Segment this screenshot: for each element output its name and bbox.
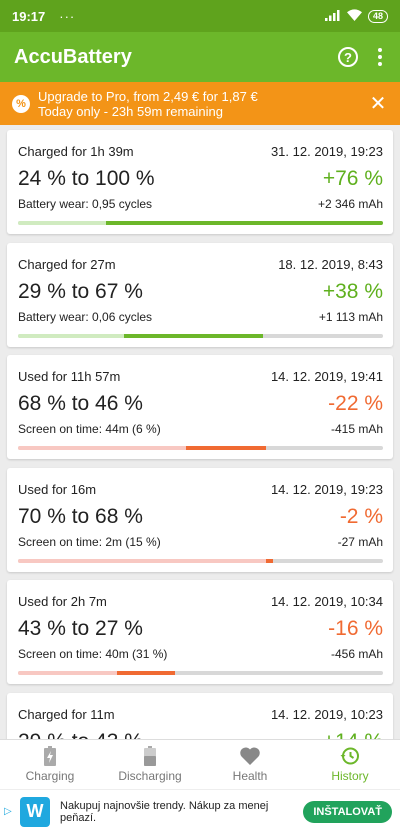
promo-banner[interactable]: % Upgrade to Pro, from 2,49 € for 1,87 €… <box>0 82 400 125</box>
battery-charging-icon <box>44 746 56 766</box>
ad-app-logo: W <box>20 796 50 827</box>
session-detail: Screen on time: 44m (6 %) <box>18 422 161 436</box>
session-date: 14. 12. 2019, 19:41 <box>270 369 383 384</box>
heart-icon <box>240 746 260 766</box>
charge-session-card[interactable]: Charged for 1h 39m 31. 12. 2019, 19:23 24 … <box>7 130 393 234</box>
battery-discharging-icon <box>144 746 156 766</box>
session-mah: -415 mAh <box>330 422 383 436</box>
session-range: 70 % to 68 % <box>18 504 143 528</box>
session-delta: -16 % <box>328 617 383 640</box>
level-bar-fill-segment <box>185 446 267 450</box>
session-detail: Battery wear: 0,95 cycles <box>18 197 153 211</box>
history-list[interactable]: Charged for 1h 39m 31. 12. 2019, 19:23 24 … <box>0 125 400 739</box>
ad-choices-icon[interactable]: ▷ <box>4 806 14 817</box>
discharge-session-card[interactable]: Used for 11h 57m 14. 12. 2019, 19:41 68 % … <box>7 355 393 459</box>
session-date: 14. 12. 2019, 10:34 <box>270 594 383 609</box>
level-bar-background-segment <box>18 446 186 450</box>
notification-dots: ··· <box>59 8 76 24</box>
level-bar-background-segment <box>18 333 124 338</box>
nav-tab-health[interactable]: Health <box>200 740 300 789</box>
session-duration: Used for 11h 57m <box>18 369 121 384</box>
app-bar: AccuBattery ? <box>0 32 400 82</box>
session-level-bar <box>18 558 383 563</box>
session-detail: Battery wear: 0,06 cycles <box>18 309 153 324</box>
session-date: 18. 12. 2019, 8:43 <box>278 256 383 272</box>
nav-tab-label: Charging <box>25 769 75 783</box>
promo-line-1: Upgrade to Pro, from 2,49 € for 1,87 € <box>38 88 258 104</box>
status-bar: 19:17 ··· 48 <box>0 0 400 32</box>
ad-banner[interactable]: ▷ W Nakupuj najnovšie trendy. Nákup za m… <box>0 789 400 833</box>
charge-session-card[interactable]: Charged for 11m 14. 12. 2019, 10:23 29 % t… <box>7 692 393 740</box>
help-circle-icon[interactable]: ? <box>338 47 358 67</box>
session-range: 24 % to 100 % <box>18 167 155 190</box>
bottom-navigation: Charging Discharging Health History <box>0 739 400 789</box>
more-vert-icon[interactable] <box>374 48 386 66</box>
session-detail: Screen on time: 2m (15 %) <box>18 534 161 549</box>
level-bar-fill-segment <box>266 558 274 563</box>
session-range: 29 % to 67 % <box>18 279 143 303</box>
session-level-bar <box>18 446 383 450</box>
session-duration: Charged for 1h 39m <box>18 144 134 159</box>
session-detail: Screen on time: 40m (31 %) <box>18 647 168 661</box>
level-bar-fill-segment <box>116 671 175 675</box>
nav-tab-discharging[interactable]: Discharging <box>100 740 200 789</box>
wifi-icon <box>346 8 362 24</box>
session-mah: -456 mAh <box>330 647 383 661</box>
session-date: 31. 12. 2019, 19:23 <box>270 144 383 159</box>
session-delta: +14 % <box>323 730 383 740</box>
discharge-session-card[interactable]: Used for 16m 14. 12. 2019, 19:23 70 % to 6… <box>7 467 393 572</box>
session-mah: +2 346 mAh <box>317 197 383 211</box>
ad-text: Nakupuj najnovšie trendy. Nákup za menej… <box>60 799 269 824</box>
status-icons: 48 <box>324 8 388 24</box>
session-level-bar <box>18 671 383 675</box>
level-bar-background-segment <box>18 558 267 563</box>
battery-indicator: 48 <box>367 9 388 23</box>
session-duration: Charged for 27m <box>18 256 116 272</box>
level-bar-fill-segment <box>105 221 383 225</box>
nav-tab-charging[interactable]: Charging <box>0 740 100 789</box>
session-range: 43 % to 27 % <box>18 617 143 640</box>
discharge-session-card[interactable]: Used for 2h 7m 14. 12. 2019, 10:34 43 % to… <box>7 580 393 684</box>
session-range: 68 % to 46 % <box>18 392 143 415</box>
session-mah: -27 mAh <box>337 534 383 549</box>
history-icon <box>340 746 360 766</box>
promo-text: Upgrade to Pro, from 2,49 € for 1,87 € T… <box>38 89 258 119</box>
session-range: 29 % to 43 % <box>18 730 143 740</box>
session-duration: Used for 2h 7m <box>18 594 107 609</box>
session-delta: -2 % <box>339 504 383 528</box>
level-bar-background-segment <box>18 221 106 225</box>
session-date: 14. 12. 2019, 19:23 <box>270 481 383 497</box>
install-button[interactable]: INŠTALOVAŤ <box>303 800 392 823</box>
nav-tab-label: Discharging <box>118 769 182 783</box>
session-date: 14. 12. 2019, 10:23 <box>270 706 383 722</box>
status-time: 19:17 <box>12 8 46 24</box>
signal-icon <box>324 9 341 24</box>
promo-line-2: Today only - 23h 59m remaining <box>38 103 223 119</box>
level-bar-background-segment <box>18 671 117 675</box>
nav-tab-label: Health <box>232 769 268 783</box>
session-delta: -22 % <box>328 392 383 415</box>
level-bar-fill-segment <box>123 333 263 338</box>
nav-tab-history[interactable]: History <box>300 740 400 789</box>
session-mah: +1 113 mAh <box>318 309 383 324</box>
app-actions: ? <box>338 47 386 67</box>
session-delta: +76 % <box>322 167 383 190</box>
session-level-bar <box>18 221 383 225</box>
session-duration: Used for 16m <box>18 481 97 497</box>
discount-icon: % <box>12 94 30 113</box>
close-icon[interactable]: ✕ <box>368 91 388 116</box>
app-title: AccuBattery <box>14 45 132 68</box>
session-duration: Charged for 11m <box>18 706 115 722</box>
charge-session-card[interactable]: Charged for 27m 18. 12. 2019, 8:43 29 % to… <box>7 242 393 347</box>
nav-tab-label: History <box>331 769 369 783</box>
session-level-bar <box>18 333 383 338</box>
session-delta: +38 % <box>322 279 383 303</box>
